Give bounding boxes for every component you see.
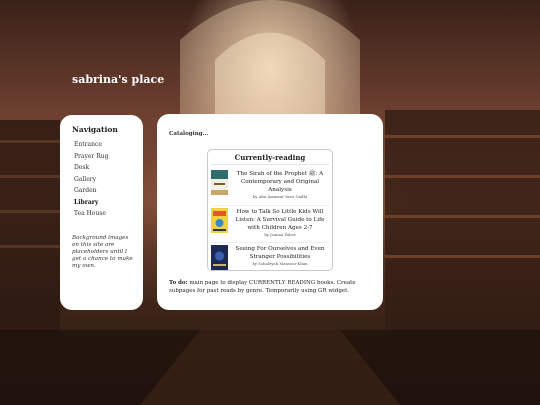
book-item: The Sirah of the Prophet ﷺ: A Contempora… bbox=[211, 165, 329, 206]
book-info: Seeing For Ourselves and Even Stranger P… bbox=[231, 245, 329, 266]
nav-item-garden[interactable]: Garden bbox=[74, 185, 143, 197]
nav-heading: Navigation bbox=[72, 125, 118, 134]
book-title[interactable]: The Sirah of the Prophet ﷺ: A Contempora… bbox=[231, 170, 329, 194]
nav-item-library[interactable]: Library bbox=[74, 197, 143, 209]
book-info: How to Talk So Little Kids Will Listen: … bbox=[231, 208, 329, 237]
book-cover-sirah[interactable] bbox=[211, 170, 228, 195]
todo-text: main page to display CURRENTLY READING b… bbox=[169, 280, 356, 294]
book-cover-kids[interactable] bbox=[211, 208, 228, 233]
sidebar: Navigation Entrance Prayer Rug Desk Gall… bbox=[60, 115, 143, 310]
book-title[interactable]: How to Talk So Little Kids Will Listen: … bbox=[231, 208, 329, 232]
book-item: Seeing For Ourselves and Even Stranger P… bbox=[211, 243, 329, 279]
site-title: sabrina's place bbox=[72, 73, 165, 86]
widget-title[interactable]: Currently-reading bbox=[211, 153, 329, 165]
nav-list: Entrance Prayer Rug Desk Gallery Garden … bbox=[72, 139, 143, 220]
nav-item-prayer-rug[interactable]: Prayer Rug bbox=[74, 151, 143, 163]
book-title[interactable]: Seeing For Ourselves and Even Stranger P… bbox=[231, 245, 329, 261]
nav-item-tea-house[interactable]: Tea House bbox=[74, 208, 143, 220]
sidebar-note: Background images on this site are place… bbox=[72, 234, 133, 269]
book-cover-seeing[interactable] bbox=[211, 245, 228, 270]
book-item: How to Talk So Little Kids Will Listen: … bbox=[211, 206, 329, 243]
nav-item-entrance[interactable]: Entrance bbox=[74, 139, 143, 151]
status-text: Cataloging... bbox=[169, 131, 209, 137]
currently-reading-widget: Currently-reading The Sirah of the Proph… bbox=[207, 149, 333, 271]
todo-note: To do: main page to display CURRENTLY RE… bbox=[169, 279, 370, 295]
book-author[interactable]: by Abu Ammaar Yasir Qadhi bbox=[231, 194, 329, 199]
book-author[interactable]: by Sohaleyah Mansoor-Khan bbox=[231, 261, 329, 266]
book-info: The Sirah of the Prophet ﷺ: A Contempora… bbox=[231, 170, 329, 199]
nav-item-gallery[interactable]: Gallery bbox=[74, 174, 143, 186]
book-author[interactable]: by Joanna Faber bbox=[231, 232, 329, 237]
nav-item-desk[interactable]: Desk bbox=[74, 162, 143, 174]
todo-label: To do: bbox=[169, 280, 188, 286]
main-panel: Cataloging... Currently-reading The Sira… bbox=[157, 114, 383, 310]
